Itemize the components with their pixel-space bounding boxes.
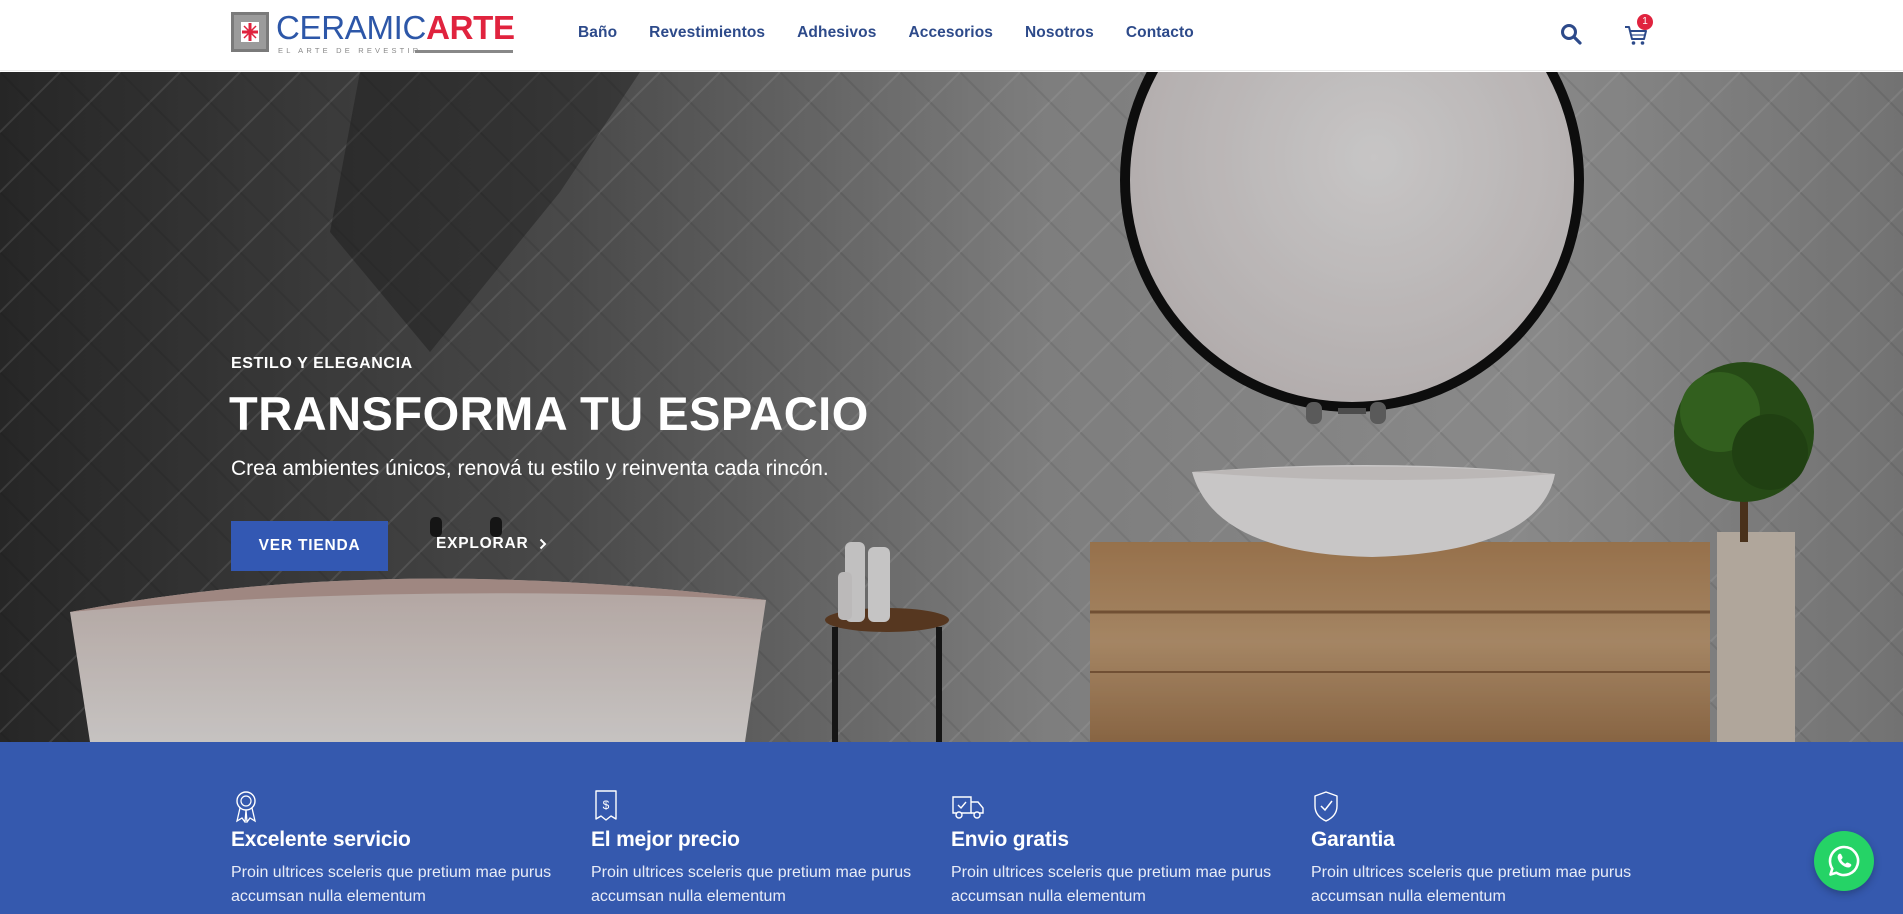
logo-word-ceramic: CERAMIC [276,9,427,46]
price-tag-icon: $ [595,790,617,821]
logo-underline [415,50,513,53]
feature-text: Proin ultrices sceleris que pretium mae … [591,864,912,905]
nav-item-accesorios[interactable]: Accesorios [908,24,993,42]
nav-item-revestimientos[interactable]: Revestimientos [649,24,765,42]
shield-check-icon [1314,791,1338,822]
award-ribbon-icon [236,791,256,823]
feature-title: Envio gratis [951,828,1069,851]
nav-item-nosotros[interactable]: Nosotros [1025,24,1094,42]
hero-kicker: ESTILO Y ELEGANCIA [231,355,413,372]
nav-item-contacto[interactable]: Contacto [1126,24,1194,42]
chevron-right-icon [539,538,546,550]
logo-wordmark: CERAMICARTE [276,10,515,46]
logo-word-arte: ARTE [426,9,515,46]
explorar-link[interactable]: EXPLORAR [436,535,547,553]
ver-tienda-button[interactable]: VER TIENDA [231,521,388,571]
features-strip: Excelente servicio Proin ultrices sceler… [0,742,1903,914]
explorar-label: EXPLORAR [436,535,529,552]
cart-count-badge: 1 [1637,14,1653,30]
logo-tagline: EL ARTE DE REVESTIR [278,46,422,55]
nav-item-bano[interactable]: Baño [578,24,617,42]
site-header: CERAMICARTE EL ARTE DE REVESTIR Baño Rev… [0,0,1903,71]
feature-text: Proin ultrices sceleris que pretium mae … [951,864,1272,905]
nav-item-adhesivos[interactable]: Adhesivos [797,24,876,42]
hero-banner: ESTILO Y ELEGANCIA TRANSFORMA TU ESPACIO… [0,72,1903,742]
hero-subtitle: Crea ambientes únicos, renová tu estilo … [231,457,829,480]
feature-title: El mejor precio [591,828,740,851]
whatsapp-icon [1828,845,1860,877]
site-logo[interactable]: CERAMICARTE EL ARTE DE REVESTIR [231,10,515,56]
feature-title: Garantia [1311,828,1395,851]
feature-title: Excelente servicio [231,828,411,851]
delivery-truck-icon [952,796,984,819]
hero-title: TRANSFORMA TU ESPACIO [229,387,869,440]
main-nav: Baño Revestimientos Adhesivos Accesorios… [578,24,1226,42]
logo-tile-icon [231,12,269,52]
feature-text: Proin ultrices sceleris que pretium mae … [1311,864,1632,905]
whatsapp-button[interactable] [1814,831,1874,891]
svg-text:$: $ [603,798,610,812]
feature-text: Proin ultrices sceleris que pretium mae … [231,864,552,905]
search-icon[interactable] [1560,23,1582,45]
